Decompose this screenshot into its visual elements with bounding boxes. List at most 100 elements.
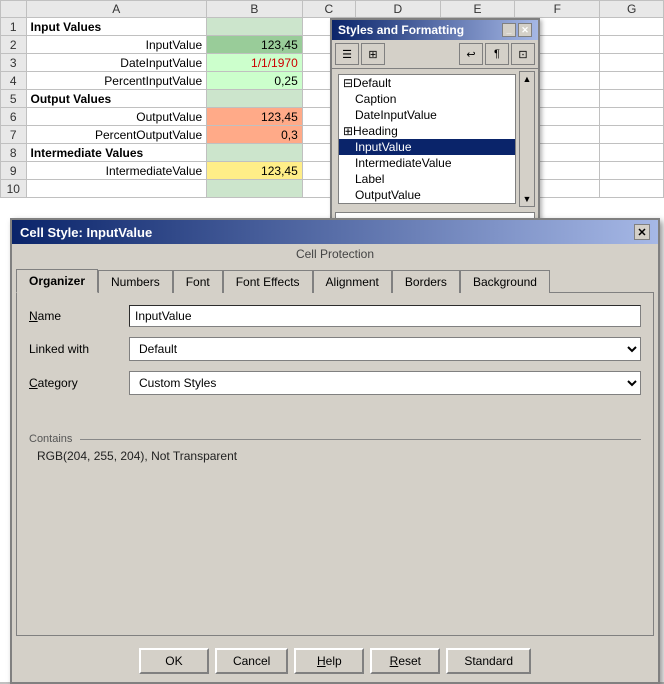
cell-g4[interactable] <box>600 72 664 90</box>
empty-area <box>29 463 641 623</box>
cell-a1[interactable]: Input Values <box>26 18 207 36</box>
cell-b6[interactable]: 123,45 <box>207 108 303 126</box>
tab-background[interactable]: Background <box>460 270 550 293</box>
category-dropdown[interactable]: Custom Styles <box>129 371 641 395</box>
tab-borders[interactable]: Borders <box>392 270 460 293</box>
cell-b4[interactable]: 0,25 <box>207 72 303 90</box>
style-item-intermediatevalue[interactable]: IntermediateValue <box>339 155 515 171</box>
name-input[interactable] <box>129 305 641 327</box>
row-number: 5 <box>1 90 27 108</box>
styles-new-style-btn[interactable]: ↩ <box>459 43 483 65</box>
col-header-b: B <box>207 1 303 18</box>
corner-header <box>1 1 27 18</box>
cell-b10[interactable] <box>207 180 303 198</box>
cell-g2[interactable] <box>600 36 664 54</box>
cell-a7[interactable]: PercentOutputValue <box>26 126 207 144</box>
cell-b3[interactable]: 1/1/1970 <box>207 54 303 72</box>
cell-g6[interactable] <box>600 108 664 126</box>
dialog-tabs: Organizer Numbers Font Font Effects Alig… <box>16 268 654 292</box>
category-label-underline: C <box>29 376 38 390</box>
cell-b7[interactable]: 0,3 <box>207 126 303 144</box>
styles-close-button[interactable]: ✕ <box>518 23 532 37</box>
style-item-outputvalue[interactable]: OutputValue <box>339 187 515 203</box>
contains-label: Contains <box>29 433 72 445</box>
cell-a3[interactable]: DateInputValue <box>26 54 207 72</box>
cell-a9[interactable]: IntermediateValue <box>26 162 207 180</box>
category-row: Category Custom Styles <box>29 371 641 395</box>
name-label-underline: N <box>29 309 38 323</box>
col-header-c: C <box>302 1 355 18</box>
cell-a5[interactable]: Output Values <box>26 90 207 108</box>
row-number: 1 <box>1 18 27 36</box>
cell-g7[interactable] <box>600 126 664 144</box>
styles-template-btn[interactable]: ⊡ <box>511 43 535 65</box>
row-number: 8 <box>1 144 27 162</box>
tab-alignment[interactable]: Alignment <box>313 270 392 293</box>
tab-organizer[interactable]: Organizer <box>16 269 98 293</box>
styles-update-style-btn[interactable]: ¶ <box>485 43 509 65</box>
cell-g9[interactable] <box>600 162 664 180</box>
styles-title-bar: Styles and Formatting _ ✕ <box>332 20 538 40</box>
row-number: 4 <box>1 72 27 90</box>
help-button[interactable]: Help <box>294 648 364 674</box>
cell-protection-bar: Cell Protection <box>12 244 658 264</box>
row-number: 6 <box>1 108 27 126</box>
dialog-title-bar: Cell Style: InputValue ✕ <box>12 220 658 244</box>
cell-b2[interactable]: 123,45 <box>207 36 303 54</box>
cell-g5[interactable] <box>600 90 664 108</box>
contains-section: Contains RGB(204, 255, 204), Not Transpa… <box>29 433 641 463</box>
name-row: Name <box>29 305 641 327</box>
cell-a2[interactable]: InputValue <box>26 36 207 54</box>
style-item-caption[interactable]: Caption <box>339 91 515 107</box>
cell-a10[interactable] <box>26 180 207 198</box>
styles-cell-style-btn[interactable]: ☰ <box>335 43 359 65</box>
cell-g3[interactable] <box>600 54 664 72</box>
row-number: 2 <box>1 36 27 54</box>
cell-a8[interactable]: Intermediate Values <box>26 144 207 162</box>
tab-font[interactable]: Font <box>173 270 223 293</box>
cell-a4[interactable]: PercentInputValue <box>26 72 207 90</box>
reset-button[interactable]: Reset <box>370 648 440 674</box>
category-label: Category <box>29 376 129 390</box>
styles-formatting-panel: Styles and Formatting _ ✕ ☰ ⊞ ↩ ¶ ⊡ ⊟Def… <box>330 18 540 239</box>
cell-g10[interactable] <box>600 180 664 198</box>
cancel-button[interactable]: Cancel <box>215 648 288 674</box>
linked-with-label: Linked with <box>29 342 129 356</box>
contains-divider <box>80 439 641 440</box>
cell-style-dialog: Cell Style: InputValue ✕ Cell Protection… <box>10 218 660 684</box>
cell-g1[interactable] <box>600 18 664 36</box>
tab-numbers[interactable]: Numbers <box>98 270 173 293</box>
linked-with-dropdown[interactable]: Default <box>129 337 641 361</box>
cell-b8[interactable] <box>207 144 303 162</box>
dialog-content: Name Linked with Default Category Custom… <box>16 292 654 636</box>
styles-scrollbar[interactable]: ▲ ▼ <box>519 71 535 207</box>
style-item-label[interactable]: Label <box>339 171 515 187</box>
style-item-heading[interactable]: ⊞Heading <box>339 123 515 139</box>
styles-minimize-button[interactable]: _ <box>502 23 516 37</box>
row-number: 7 <box>1 126 27 144</box>
col-header-g: G <box>600 1 664 18</box>
row-number: 3 <box>1 54 27 72</box>
col-header-f: F <box>515 1 600 18</box>
styles-list: ⊟Default Caption DateInputValue ⊞Heading… <box>338 74 516 204</box>
ok-button[interactable]: OK <box>139 648 209 674</box>
style-item-dateinputvalue[interactable]: DateInputValue <box>339 107 515 123</box>
spacer <box>29 405 641 425</box>
name-label: Name <box>29 309 129 323</box>
cell-a6[interactable]: OutputValue <box>26 108 207 126</box>
col-header-e: E <box>440 1 514 18</box>
styles-page-style-btn[interactable]: ⊞ <box>361 43 385 65</box>
style-item-default[interactable]: ⊟Default <box>339 75 515 91</box>
style-item-inputvalue[interactable]: InputValue <box>339 139 515 155</box>
tab-font-effects[interactable]: Font Effects <box>223 270 313 293</box>
row-number: 9 <box>1 162 27 180</box>
cell-g8[interactable] <box>600 144 664 162</box>
dialog-close-button[interactable]: ✕ <box>634 224 650 240</box>
cell-b1[interactable] <box>207 18 303 36</box>
styles-title-buttons: _ ✕ <box>502 23 532 37</box>
cell-b9[interactable]: 123,45 <box>207 162 303 180</box>
styles-panel-title: Styles and Formatting <box>338 23 464 37</box>
standard-button[interactable]: Standard <box>446 648 531 674</box>
cell-protection-label: Cell Protection <box>296 247 374 261</box>
cell-b5[interactable] <box>207 90 303 108</box>
